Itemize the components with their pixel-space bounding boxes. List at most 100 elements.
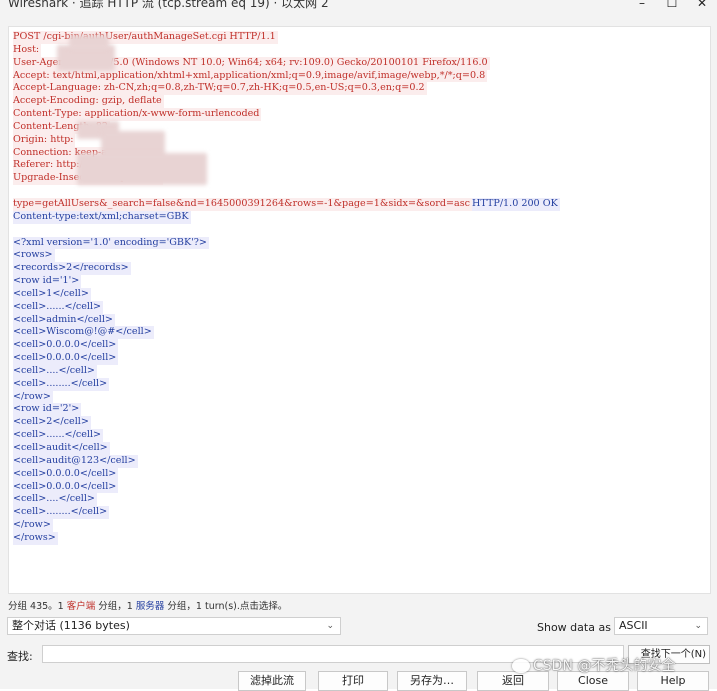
response-text: <cell>Wiscom@!@#</cell> <box>13 326 154 340</box>
stream-line: <cell>audit</cell> <box>13 442 706 455</box>
window-controls: – ☐ ✕ <box>627 0 717 11</box>
minimize-button[interactable]: – <box>627 0 657 11</box>
stream-line: </row> <box>13 390 706 404</box>
stream-line: <row id='1'> <box>13 275 706 288</box>
response-text: <cell>....</cell> <box>13 364 97 378</box>
stream-line: <cell>......</cell> <box>13 300 706 314</box>
conversation-select-value: 整个对话 (1136 bytes) <box>12 619 130 632</box>
stream-line: <records>2</records> <box>13 262 706 276</box>
stream-line: <cell>1</cell> <box>13 287 706 301</box>
stream-line: </row> <box>13 519 706 532</box>
show-data-as-label: Show data as <box>537 621 611 634</box>
request-text: type=getAllUsers&_search=false&nd=164500… <box>13 197 473 211</box>
stream-line: <cell>0.0.0.0</cell> <box>13 480 706 494</box>
redaction-blur <box>77 153 207 185</box>
response-text: <cell>admin</cell> <box>13 313 115 327</box>
response-text: <cell>0.0.0.0</cell> <box>13 480 119 494</box>
status-mid: 分组， <box>98 601 127 612</box>
stream-line: <cell>Wiscom@!@#</cell> <box>13 326 706 340</box>
status-suffix: 分组，1 turn(s).点击选择。 <box>167 601 288 612</box>
stream-line: <cell>....</cell> <box>13 493 706 507</box>
response-text: <cell>audit@123</cell> <box>13 454 138 468</box>
stream-line: <cell>........</cell> <box>13 506 706 520</box>
client-label: 客户端 <box>66 601 96 612</box>
title-bar: Wireshark · 追踪 HTTP 流 (tcp.stream eq 19)… <box>0 0 717 12</box>
status-prefix: 分组 435。 <box>8 601 58 612</box>
follow-stream-window: Wireshark · 追踪 HTTP 流 (tcp.stream eq 19)… <box>0 0 717 691</box>
stream-line: <cell>2</cell> <box>13 416 706 430</box>
stream-line: <rows> <box>13 249 706 263</box>
request-text: Accept-Language: zh-CN,zh;q=0.8,zh-TW;q=… <box>13 82 427 96</box>
save-as-button[interactable]: 另存为… <box>397 671 467 691</box>
watermark: CSDN @不秃头的安全 <box>510 655 675 675</box>
response-text: <cell>2</cell> <box>13 416 91 430</box>
response-text: </rows> <box>13 531 58 545</box>
stream-line: <cell>0.0.0.0</cell> <box>13 339 706 353</box>
request-text: Accept: text/html,application/xhtml+xml,… <box>13 69 488 83</box>
stream-line: <?xml version='1.0' encoding='GBK'?> <box>13 236 706 250</box>
server-label: 服务器 <box>135 601 165 612</box>
watermark-text: CSDN @不秃头的安全 <box>533 658 676 674</box>
redaction-blur <box>69 35 109 49</box>
response-text: </row> <box>13 390 53 404</box>
response-text: </row> <box>13 519 53 532</box>
response-text: <?xml version='1.0' encoding='GBK'?> <box>13 236 209 250</box>
request-text: POST /cgi-bin/authUser/authManageSet.cgi… <box>13 31 278 44</box>
response-text: <cell>........</cell> <box>13 506 110 520</box>
response-text: <records>2</records> <box>13 262 131 276</box>
stream-line: <cell>admin</cell> <box>13 313 706 327</box>
maximize-button[interactable]: ☐ <box>657 0 687 11</box>
response-text: Content-type:text/xml;charset=GBK <box>13 210 191 224</box>
stream-line: <cell>........</cell> <box>13 377 706 391</box>
show-data-as-value: ASCII <box>619 619 648 632</box>
response-text: <cell>......</cell> <box>13 300 104 314</box>
request-text: Accept-Encoding: gzip, deflate <box>13 95 164 109</box>
stream-line: Host: <box>13 43 706 57</box>
client-count: 1 <box>57 601 64 612</box>
stream-line: <cell>......</cell> <box>13 429 706 442</box>
response-text: <cell>0.0.0.0</cell> <box>13 352 119 365</box>
filter-out-stream-button[interactable]: 滤掉此流 <box>238 671 306 691</box>
response-text: <row id='1'> <box>13 275 82 288</box>
stream-line: POST /cgi-bin/authUser/authManageSet.cgi… <box>13 31 706 44</box>
stream-line: <cell>0.0.0.0</cell> <box>13 352 706 365</box>
response-text: <rows> <box>13 249 55 263</box>
response-text: <cell>0.0.0.0</cell> <box>13 339 119 353</box>
request-text: Origin: http: <box>13 133 76 147</box>
stream-line: <cell>0.0.0.0</cell> <box>13 467 706 481</box>
stream-line: <row id='2'> <box>13 403 706 417</box>
stream-line: type=getAllUsers&_search=false&nd=164500… <box>13 197 706 211</box>
response-text: HTTP/1.0 200 OK <box>472 197 560 211</box>
response-text: <cell>....</cell> <box>13 493 97 507</box>
close-window-button[interactable]: ✕ <box>687 0 717 11</box>
server-count: 1 <box>126 601 133 612</box>
response-text: <cell>......</cell> <box>13 429 104 442</box>
stream-line: Content-type:text/xml;charset=GBK <box>13 210 706 224</box>
stream-line: </rows> <box>13 531 706 545</box>
window-title: Wireshark · 追踪 HTTP 流 (tcp.stream eq 19)… <box>8 0 329 10</box>
request-text: Host: <box>13 43 42 57</box>
conversation-select[interactable]: 整个对话 (1136 bytes) ⌄ <box>7 617 341 635</box>
stream-line: Content-Type: application/x-www-form-url… <box>13 108 706 121</box>
wechat-icon <box>512 659 530 673</box>
chevron-down-icon: ⌄ <box>326 621 334 631</box>
stream-content-pane[interactable]: POST /cgi-bin/authUser/authManageSet.cgi… <box>8 26 711 594</box>
response-text: <cell>0.0.0.0</cell> <box>13 467 119 481</box>
request-text: Referer: http:/ <box>13 159 85 173</box>
chevron-down-icon: ⌄ <box>694 621 702 631</box>
stream-text: POST /cgi-bin/authUser/authManageSet.cgi… <box>13 31 706 545</box>
stream-line: <cell>....</cell> <box>13 364 706 378</box>
stream-line: <cell>audit@123</cell> <box>13 454 706 468</box>
show-data-as-select[interactable]: ASCII ⌄ <box>614 617 708 635</box>
response-text: <cell>........</cell> <box>13 377 110 391</box>
find-label: 查找: <box>7 650 33 663</box>
print-button[interactable]: 打印 <box>318 671 388 691</box>
stream-line: Accept-Encoding: gzip, deflate <box>13 95 706 109</box>
response-text: <cell>audit</cell> <box>13 442 110 455</box>
stream-line: Accept: text/html,application/xhtml+xml,… <box>13 69 706 83</box>
stream-line: User-Agent: Mozilla/5.0 (Windows NT 10.0… <box>13 56 706 70</box>
stream-line: Accept-Language: zh-CN,zh;q=0.8,zh-TW;q=… <box>13 82 706 96</box>
request-text: Content-Type: application/x-www-form-url… <box>13 108 262 121</box>
